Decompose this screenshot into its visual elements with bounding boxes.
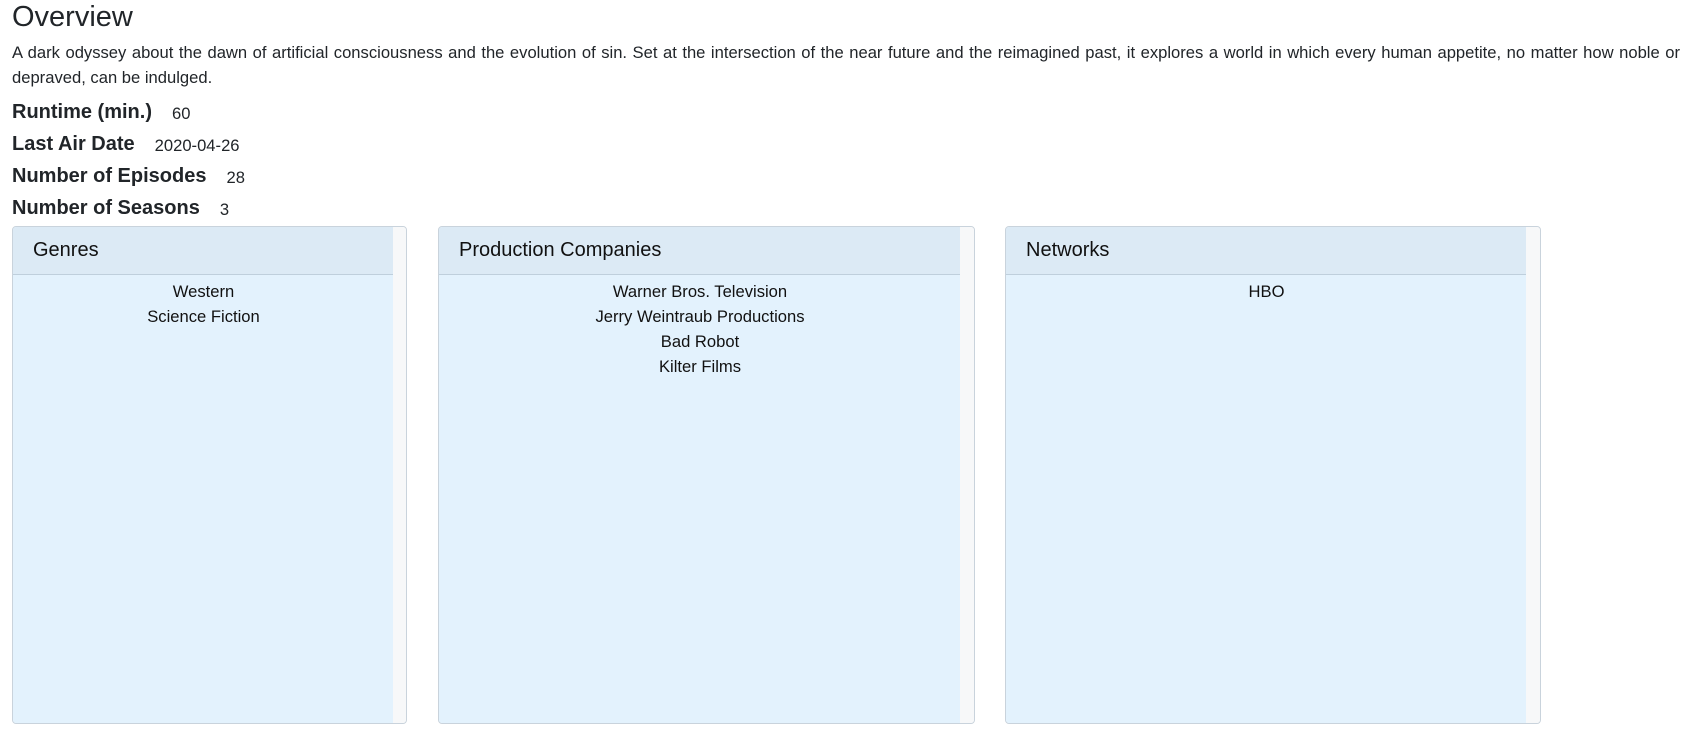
fact-runtime: Runtime (min.) 60 — [12, 96, 245, 128]
fact-number-of-seasons: Number of Seasons 3 — [12, 192, 245, 224]
list-item: Science Fiction — [147, 307, 260, 326]
facts-list: Runtime (min.) 60 Last Air Date 2020-04-… — [12, 96, 245, 224]
fact-value: 60 — [172, 104, 191, 123]
fact-label: Number of Episodes — [12, 164, 207, 187]
list-item: Warner Bros. Television — [612, 282, 788, 301]
fact-label: Runtime (min.) — [12, 100, 152, 123]
fact-value: 3 — [219, 200, 230, 219]
overview-title: Overview — [12, 1, 133, 33]
scrollbar[interactable] — [393, 227, 406, 723]
genres-card-header: Genres — [13, 227, 394, 275]
production-card-header: Production Companies — [439, 227, 961, 275]
list-item: HBO — [1248, 282, 1285, 301]
fact-label: Number of Seasons — [12, 196, 200, 219]
networks-card: Networks HBO — [1005, 226, 1541, 724]
fact-last-air-date: Last Air Date 2020-04-26 — [12, 128, 245, 160]
scrollbar[interactable] — [960, 227, 974, 723]
page: Overview A dark odyssey about the dawn o… — [0, 0, 1688, 756]
networks-card-header: Networks — [1006, 227, 1527, 275]
networks-list: HBO — [1006, 275, 1527, 304]
fact-value: 2020-04-26 — [154, 136, 240, 155]
production-companies-card: Production Companies Warner Bros. Televi… — [438, 226, 975, 724]
scrollbar[interactable] — [1526, 227, 1540, 723]
list-item: Bad Robot — [660, 332, 740, 351]
production-card-body: Production Companies Warner Bros. Televi… — [439, 227, 961, 723]
list-item: Western — [172, 282, 235, 301]
overview-text: A dark odyssey about the dawn of artific… — [12, 43, 1680, 87]
fact-value: 28 — [226, 168, 245, 187]
fact-number-of-episodes: Number of Episodes 28 — [12, 160, 245, 192]
networks-card-body: Networks HBO — [1006, 227, 1527, 723]
list-item: Jerry Weintraub Productions — [595, 307, 805, 326]
genres-card-body: Genres Western Science Fiction — [13, 227, 394, 723]
production-companies-list: Warner Bros. Television Jerry Weintraub … — [439, 275, 961, 379]
fact-label: Last Air Date — [12, 132, 135, 155]
list-item: Kilter Films — [658, 357, 742, 376]
genres-card: Genres Western Science Fiction — [12, 226, 407, 724]
genres-list: Western Science Fiction — [13, 275, 394, 329]
